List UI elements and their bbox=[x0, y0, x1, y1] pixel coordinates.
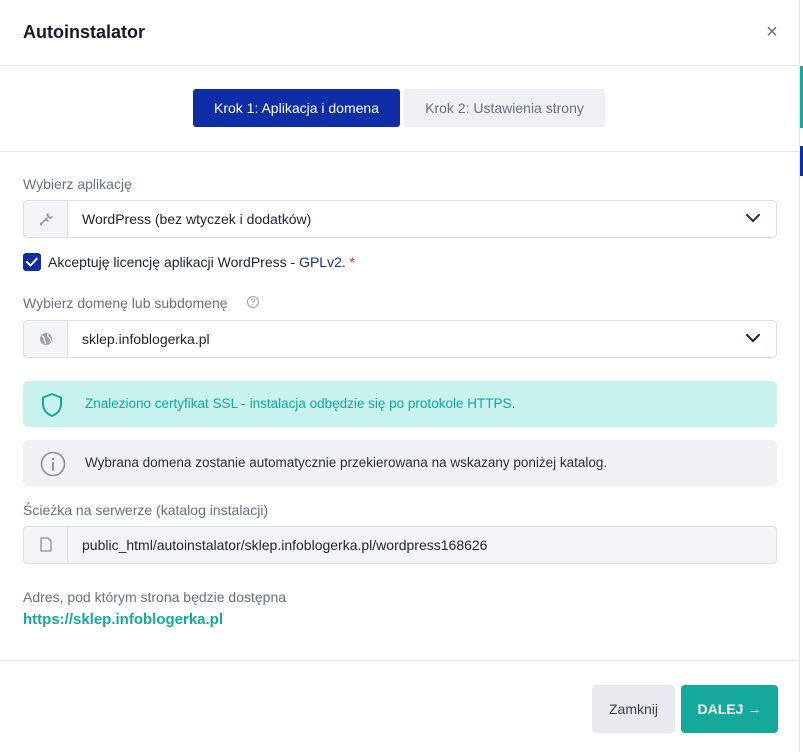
path-field: public_html/autoinstalator/sklep.infoblo… bbox=[23, 526, 777, 564]
modal-header: Autoinstalator × bbox=[0, 0, 799, 66]
tab-step-1[interactable]: Krok 1: Aplikacja i domena bbox=[193, 89, 400, 127]
chevron-down-icon bbox=[746, 214, 760, 222]
domain-select[interactable]: sklep.infoblogerka.pl bbox=[23, 320, 777, 358]
license-label: Akceptuję licencję aplikacji WordPress - bbox=[48, 254, 300, 270]
path-label: Ścieżka na serwerze (katalog instalacji) bbox=[23, 502, 269, 518]
close-button[interactable]: Zamknij bbox=[592, 685, 675, 733]
modal-title: Autoinstalator bbox=[23, 22, 146, 42]
path-value: public_html/autoinstalator/sklep.infoblo… bbox=[82, 537, 488, 553]
shield-icon bbox=[42, 393, 62, 417]
path-field-addon bbox=[24, 527, 68, 563]
arrow-right-icon: → bbox=[747, 701, 762, 717]
chevron-down-icon bbox=[746, 334, 760, 342]
ssl-alert-text: Znaleziono certyfikat SSL - instalacja o… bbox=[85, 396, 516, 411]
site-url-link[interactable]: https://sklep.infoblogerka.pl bbox=[23, 611, 223, 628]
tab-step-2[interactable]: Krok 2: Ustawienia strony bbox=[404, 89, 605, 127]
app-select-addon bbox=[24, 201, 68, 237]
wrench-icon bbox=[39, 213, 53, 226]
license-link[interactable]: GPLv2. bbox=[299, 254, 346, 270]
autoinstaller-modal: Autoinstalator × Krok 1: Aplikacja i dom… bbox=[0, 0, 800, 752]
app-select-value: WordPress (bez wtyczek i dodatków) bbox=[82, 211, 312, 227]
close-icon[interactable]: × bbox=[762, 22, 782, 42]
domain-select-label: Wybierz domenę lub subdomenę bbox=[23, 295, 228, 311]
required-mark: * bbox=[349, 254, 356, 270]
domain-select-addon bbox=[24, 321, 68, 357]
app-select-label: Wybierz aplikację bbox=[23, 176, 132, 192]
ssl-alert: Znaleziono certyfikat SSL - instalacja o… bbox=[23, 381, 777, 427]
modal-footer: Zamknij DALEJ → bbox=[0, 660, 800, 752]
steps-bar: Krok 1: Aplikacja i domena Krok 2: Ustaw… bbox=[0, 66, 799, 152]
license-text: Akceptuję licencję aplikacji WordPress -… bbox=[48, 254, 355, 270]
info-icon bbox=[40, 451, 66, 477]
app-select[interactable]: WordPress (bez wtyczek i dodatków) bbox=[23, 200, 777, 238]
check-icon bbox=[26, 257, 38, 267]
next-button[interactable]: DALEJ → bbox=[681, 685, 778, 733]
license-checkbox[interactable] bbox=[23, 253, 41, 271]
info-alert-text: Wybrana domena zostanie automatycznie pr… bbox=[85, 455, 608, 470]
globe-icon bbox=[40, 333, 52, 345]
help-icon[interactable]: ? bbox=[247, 296, 259, 308]
info-alert: Wybrana domena zostanie automatycznie pr… bbox=[23, 440, 777, 486]
domain-select-value: sklep.infoblogerka.pl bbox=[82, 331, 210, 347]
next-button-label: DALEJ bbox=[697, 701, 744, 717]
address-label: Adres, pod którym strona będzie dostępna bbox=[23, 589, 287, 605]
file-icon bbox=[40, 537, 52, 552]
